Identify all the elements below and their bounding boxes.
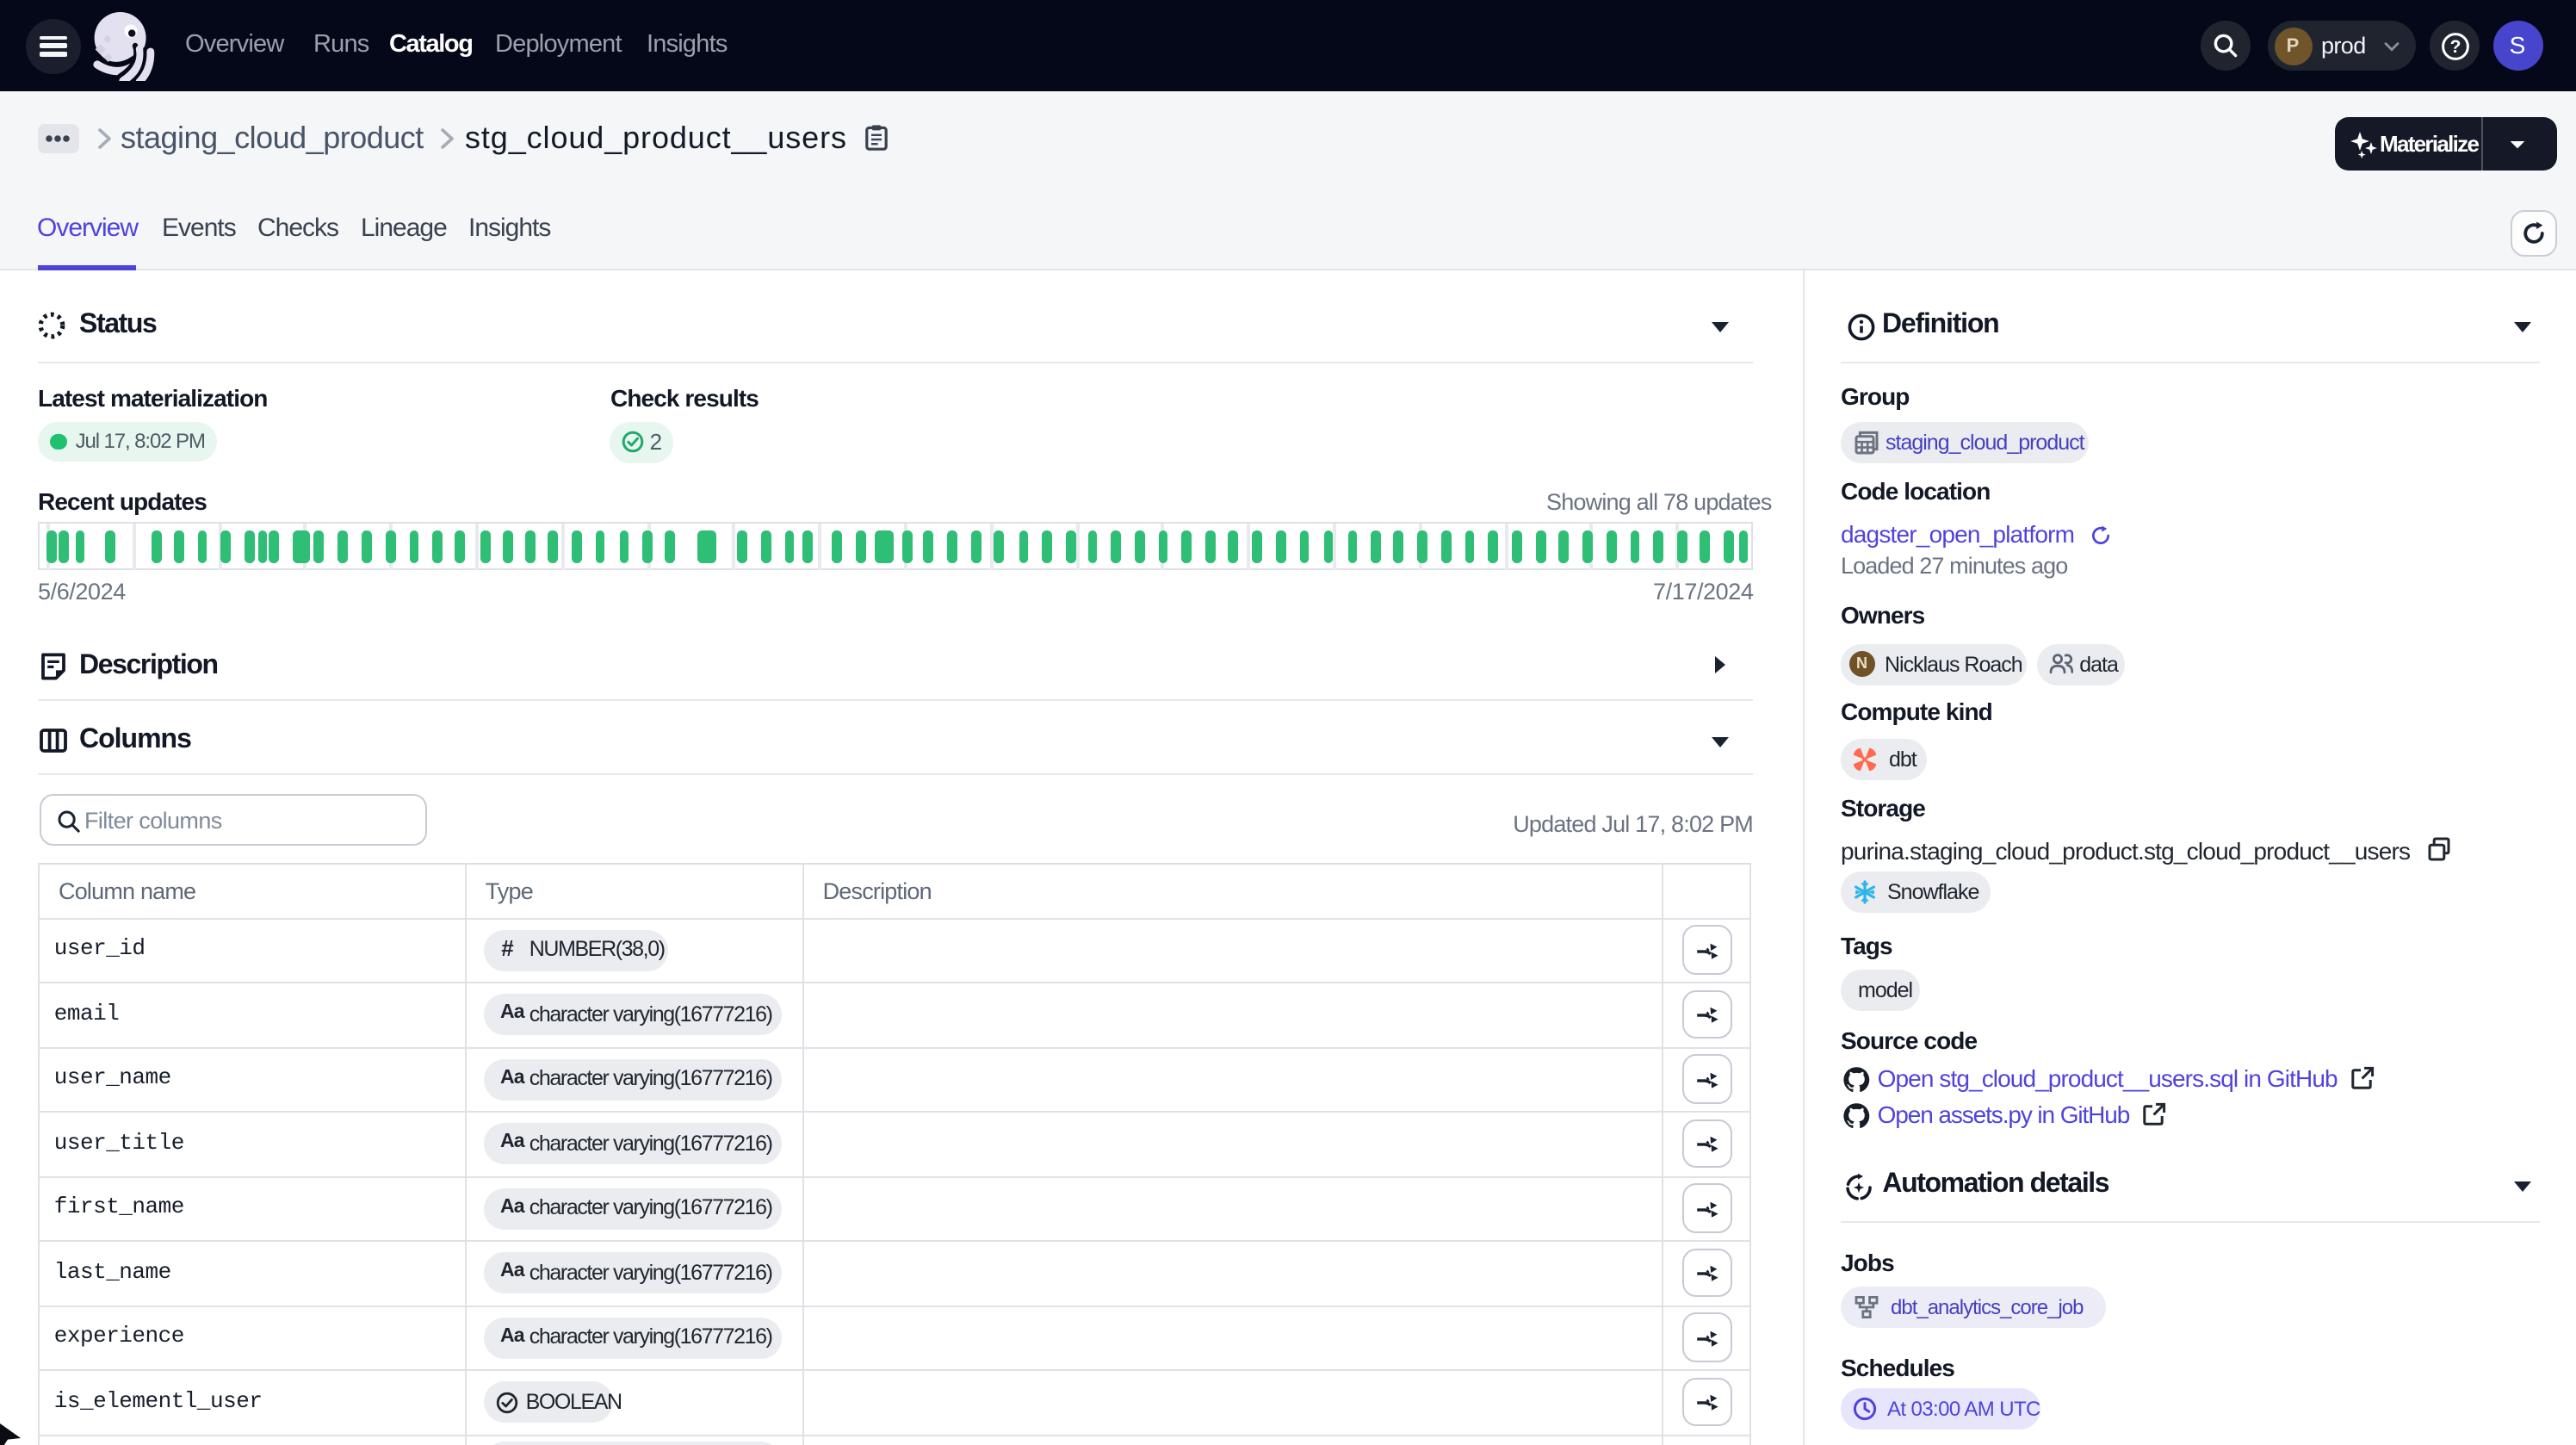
svg-text:?: ? <box>2449 36 2461 56</box>
